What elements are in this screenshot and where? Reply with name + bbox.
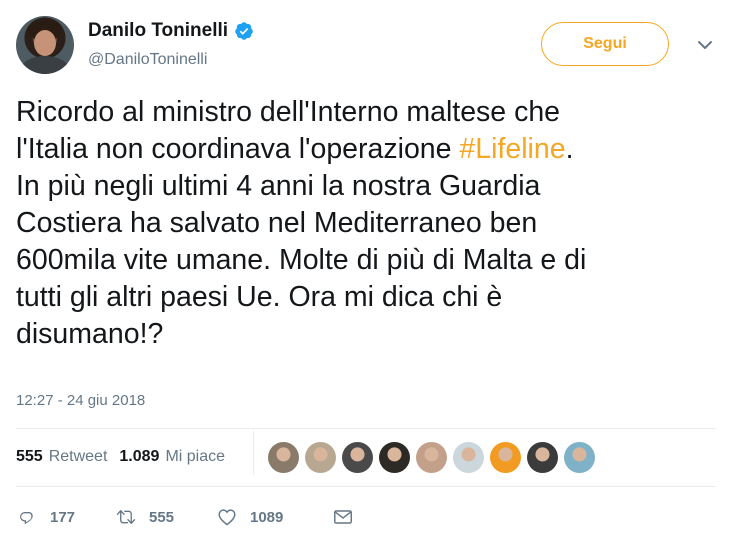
liker-avatar[interactable] [416,442,447,473]
tweet-timestamp[interactable]: 12:27 - 24 giu 2018 [16,392,145,409]
likers-avatars [268,442,595,473]
direct-message-button[interactable] [332,506,366,528]
reply-button[interactable]: 177 [16,506,82,528]
tweet-stats: 555 Retweet 1.089 Mi piace [16,448,237,466]
chevron-down-icon[interactable] [694,36,716,54]
envelope-icon [334,510,352,524]
hashtag-link[interactable]: #Lifeline [459,133,565,165]
retweet-icon [116,509,136,525]
liker-avatar[interactable] [453,442,484,473]
liker-avatar[interactable] [268,442,299,473]
liker-avatar[interactable] [342,442,373,473]
reply-count: 177 [50,508,76,526]
tweet-line-text: . [565,133,574,165]
liker-avatar[interactable] [379,442,410,473]
liker-avatar[interactable] [527,442,558,473]
tweet-line: l'Italia non coordinava l'operazione #Li… [16,131,721,168]
verified-badge-icon [235,22,253,40]
retweet-label[interactable]: Retweet [49,448,108,466]
stats-separator [253,431,254,475]
tweet-text: Ricordo al ministro dell'Interno maltese… [16,94,721,353]
tweet-actions: 177 555 1089 [16,506,366,528]
tweet-line: tutti gli altri paesi Ue. Ora mi dica ch… [16,281,503,313]
liker-avatar[interactable] [305,442,336,473]
author-handle[interactable]: @DaniloToninelli [88,51,207,69]
tweet-line: Ricordo al ministro dell'Interno maltese… [16,96,561,128]
retweet-button[interactable]: 555 [115,506,213,528]
like-count[interactable]: 1.089 [119,448,159,466]
liker-avatar[interactable] [564,442,595,473]
heart-icon [218,509,236,526]
tweet-line: In più negli ultimi 4 anni la nostra Gua… [16,170,541,202]
divider [16,486,716,487]
divider [16,428,716,429]
reply-icon [20,511,33,525]
tweet-line-text: l'Italia non coordinava l'operazione [16,133,460,165]
retweet-count[interactable]: 555 [16,448,43,466]
like-action-count: 1089 [250,508,284,526]
author-avatar[interactable] [16,16,74,74]
like-label[interactable]: Mi piace [165,448,225,466]
tweet-line: Costiera ha salvato nel Mediterraneo ben [16,207,538,239]
like-button[interactable]: 1089 [216,506,316,528]
author-name-row[interactable]: Danilo Toninelli [88,20,254,42]
author-display-name[interactable]: Danilo Toninelli [88,20,228,42]
liker-avatar[interactable] [490,442,521,473]
tweet-line: 600mila vite umane. Molte di più di Malt… [16,244,587,276]
retweet-action-count: 555 [149,508,175,526]
follow-button[interactable]: Segui [541,22,669,66]
tweet-line: disumano!? [16,318,164,350]
